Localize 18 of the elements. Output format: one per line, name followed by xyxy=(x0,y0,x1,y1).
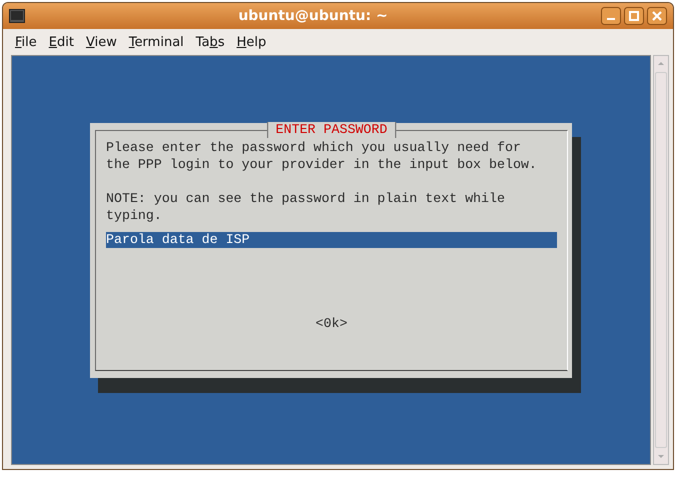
menu-item[interactable]: Edit xyxy=(42,32,80,52)
close-icon[interactable] xyxy=(647,7,667,25)
window-title: ubuntu@ubuntu: ~ xyxy=(237,8,389,24)
menu-item[interactable]: File xyxy=(9,32,43,52)
message-text: NOTE: you can see the password in plain text while xyxy=(106,191,505,206)
message-text: the PPP login to your provider in the input box below. xyxy=(106,157,537,172)
minimize-icon[interactable] xyxy=(601,7,621,25)
menu-item[interactable]: Help xyxy=(230,32,272,52)
menu-item[interactable]: View xyxy=(80,32,123,52)
message-text: typing. xyxy=(106,208,162,223)
menu-item[interactable]: Terminal xyxy=(122,32,190,52)
message-text: Please enter the password which you usually need for xyxy=(106,140,521,155)
password-field[interactable]: Parola data de ISP xyxy=(106,232,557,248)
menu-item[interactable]: Tabs xyxy=(190,32,231,52)
terminal-icon xyxy=(9,9,25,23)
dialog-title: ENTER PASSWORD xyxy=(266,122,396,138)
ok-button[interactable]: <0k> xyxy=(316,316,348,331)
maximize-icon[interactable] xyxy=(624,7,644,25)
